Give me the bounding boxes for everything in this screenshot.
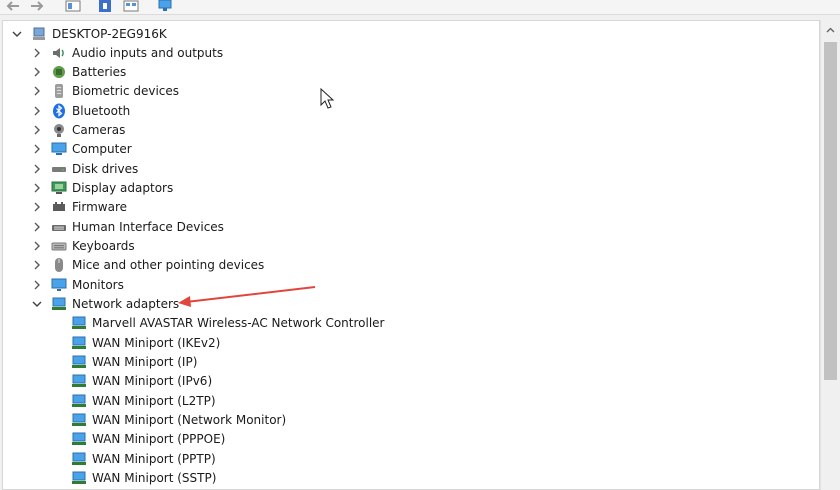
- mouse-icon: [51, 257, 67, 273]
- chevron-right-icon[interactable]: [31, 201, 43, 213]
- tree-item-disk-drives[interactable]: Disk drives: [31, 159, 138, 178]
- tree-item-label: Disk drives: [72, 161, 139, 176]
- tree-item-label: Computer: [72, 141, 132, 156]
- scrollbar-thumb[interactable]: [824, 42, 837, 380]
- chevron-right-icon[interactable]: [31, 163, 43, 175]
- camera-icon: [51, 122, 67, 138]
- tree-child-pptp[interactable]: WAN Miniport (PPTP): [71, 449, 216, 468]
- tree-child-label: WAN Miniport (Network Monitor): [92, 412, 287, 427]
- tree-item-batteries[interactable]: Batteries: [31, 62, 126, 81]
- tree-item-label: Network adapters: [72, 296, 180, 311]
- tree-child-network-monitor[interactable]: WAN Miniport (Network Monitor): [71, 410, 286, 429]
- tree-child-ip[interactable]: WAN Miniport (IP): [71, 352, 197, 371]
- network-adapter-icon: [71, 373, 87, 389]
- chevron-down-icon[interactable]: [11, 28, 23, 40]
- root-label: DESKTOP-2EG916K: [52, 26, 167, 41]
- tree-root[interactable]: DESKTOP-2EG916K: [11, 24, 167, 43]
- bluetooth-icon: [51, 103, 67, 119]
- tree-item-monitors[interactable]: Monitors: [31, 275, 124, 294]
- battery-icon: [51, 64, 67, 80]
- tree-item-label: Biometric devices: [72, 83, 180, 98]
- computer-icon: [51, 141, 67, 157]
- fingerprint-icon: [51, 83, 67, 99]
- tree-item-firmware[interactable]: Firmware: [31, 197, 127, 216]
- tree-item-label: Cameras: [72, 122, 126, 137]
- speaker-icon: [51, 45, 67, 61]
- tree-item-label: Mice and other pointing devices: [72, 257, 265, 272]
- network-adapter-icon: [51, 296, 67, 312]
- firmware-icon: [51, 199, 67, 215]
- chevron-right-icon[interactable]: [31, 182, 43, 194]
- chevron-right-icon[interactable]: [31, 143, 43, 155]
- tree-child-label: WAN Miniport (L2TP): [92, 393, 216, 408]
- chevron-down-icon[interactable]: [31, 298, 43, 310]
- network-adapter-icon: [71, 315, 87, 331]
- tree-item-label: Bluetooth: [72, 103, 131, 118]
- show-hidden-icon[interactable]: [122, 0, 140, 12]
- chevron-right-icon[interactable]: [31, 105, 43, 117]
- tree-item-label: Audio inputs and outputs: [72, 45, 224, 60]
- tree-item-network-adapters[interactable]: Network adapters: [31, 294, 179, 313]
- device-tree[interactable]: DESKTOP-2EG916K Audio inputs and outputs…: [2, 20, 820, 490]
- vertical-scrollbar[interactable]: [820, 20, 840, 490]
- tree-child-label: WAN Miniport (PPPOE): [92, 431, 226, 446]
- monitor-icon: [51, 277, 67, 293]
- network-adapter-icon: [71, 354, 87, 370]
- tree-child-marvell[interactable]: Marvell AVASTAR Wireless-AC Network Cont…: [71, 313, 385, 332]
- network-adapter-icon: [71, 412, 87, 428]
- tree-item-label: Batteries: [72, 64, 127, 79]
- network-adapter-icon: [71, 335, 87, 351]
- tree-item-audio[interactable]: Audio inputs and outputs: [31, 43, 223, 62]
- tree-child-label: WAN Miniport (IPv6): [92, 373, 213, 388]
- hid-icon: [51, 219, 67, 235]
- mouse-cursor-icon: [320, 88, 335, 109]
- tree-item-label: Monitors: [72, 277, 124, 292]
- toolbar: [0, 0, 840, 15]
- tree-item-bluetooth[interactable]: Bluetooth: [31, 101, 130, 120]
- computer-icon: [31, 26, 47, 42]
- forward-icon[interactable]: [28, 0, 46, 12]
- disk-icon: [51, 161, 67, 177]
- properties-icon[interactable]: [64, 0, 82, 12]
- chevron-right-icon[interactable]: [31, 240, 43, 252]
- keyboard-icon: [51, 238, 67, 254]
- back-icon[interactable]: [4, 0, 22, 12]
- tree-child-label: Marvell AVASTAR Wireless-AC Network Cont…: [92, 315, 385, 330]
- tree-item-display-adaptors[interactable]: Display adaptors: [31, 178, 173, 197]
- chevron-right-icon[interactable]: [31, 279, 43, 291]
- network-adapter-icon: [71, 470, 87, 486]
- tree-child-label: WAN Miniport (IKEv2): [92, 335, 221, 350]
- chevron-right-icon[interactable]: [31, 259, 43, 271]
- tree-child-label: WAN Miniport (SSTP): [92, 470, 217, 485]
- network-adapter-icon: [71, 393, 87, 409]
- chevron-right-icon[interactable]: [31, 47, 43, 59]
- scroll-up-icon[interactable]: [821, 22, 840, 38]
- tree-item-label: Display adaptors: [72, 180, 174, 195]
- help-icon[interactable]: [96, 0, 114, 12]
- chevron-right-icon[interactable]: [31, 221, 43, 233]
- tree-item-keyboards[interactable]: Keyboards: [31, 236, 135, 255]
- tree-item-mice[interactable]: Mice and other pointing devices: [31, 255, 264, 274]
- network-adapter-icon: [71, 451, 87, 467]
- chevron-right-icon[interactable]: [31, 85, 43, 97]
- tree-child-sstp[interactable]: WAN Miniport (SSTP): [71, 468, 216, 487]
- tree-child-label: WAN Miniport (IP): [92, 354, 198, 369]
- tree-child-l2tp[interactable]: WAN Miniport (L2TP): [71, 391, 216, 410]
- chevron-right-icon[interactable]: [31, 124, 43, 136]
- monitor-icon[interactable]: [156, 0, 174, 12]
- tree-child-ikev2[interactable]: WAN Miniport (IKEv2): [71, 333, 220, 352]
- chevron-right-icon[interactable]: [31, 66, 43, 78]
- tree-item-label: Human Interface Devices: [72, 219, 224, 234]
- tree-item-label: Firmware: [72, 199, 127, 214]
- tree-child-pppoe[interactable]: WAN Miniport (PPPOE): [71, 429, 225, 448]
- tree-child-ipv6[interactable]: WAN Miniport (IPv6): [71, 371, 212, 390]
- tree-child-label: WAN Miniport (PPTP): [92, 451, 216, 466]
- network-adapter-icon: [71, 431, 87, 447]
- tree-item-cameras[interactable]: Cameras: [31, 120, 125, 139]
- tree-item-label: Keyboards: [72, 238, 135, 253]
- tree-item-computer[interactable]: Computer: [31, 139, 132, 158]
- tree-item-hid[interactable]: Human Interface Devices: [31, 217, 224, 236]
- tree-item-biometric[interactable]: Biometric devices: [31, 81, 179, 100]
- display-adapter-icon: [51, 180, 67, 196]
